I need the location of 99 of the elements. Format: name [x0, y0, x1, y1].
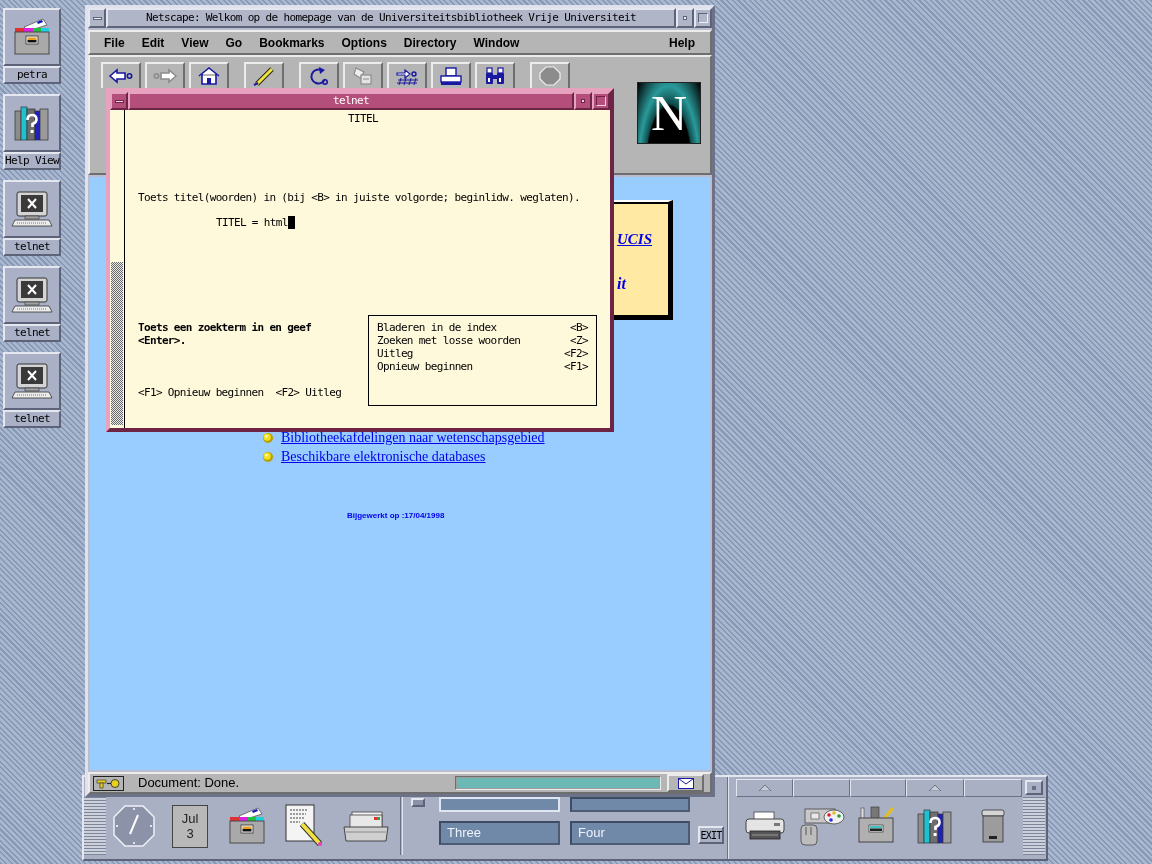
computer-icon	[11, 277, 53, 313]
house-icon	[196, 66, 222, 86]
printer-icon[interactable]	[743, 811, 786, 841]
books-icon	[12, 104, 52, 142]
toolbar-button[interactable]	[244, 62, 284, 88]
option-key: <F2>	[564, 347, 588, 360]
menu-item[interactable]: Window	[471, 33, 522, 52]
menu-item[interactable]: Help	[667, 33, 697, 52]
maximize-button[interactable]	[592, 92, 610, 110]
bullet-icon	[263, 432, 273, 443]
desktop-icon[interactable]	[3, 180, 61, 238]
menu-item[interactable]: File	[102, 33, 127, 52]
panel-small-button[interactable]	[411, 798, 425, 807]
subpanel-tab[interactable]	[850, 779, 906, 797]
trash-can-icon[interactable]	[980, 809, 1006, 843]
panel-minimize-button[interactable]	[1025, 780, 1043, 795]
toolbar-button[interactable]	[101, 62, 141, 88]
window-menu-icon	[92, 16, 102, 20]
scrollbar-thumb[interactable]	[111, 262, 123, 425]
option-key: <Z>	[570, 334, 588, 347]
subpanel-tab[interactable]	[964, 779, 1022, 797]
icon-label: telnet	[3, 410, 61, 428]
menu-item[interactable]: Go	[223, 33, 245, 52]
minimize-button[interactable]	[574, 92, 592, 110]
mail-button[interactable]	[667, 774, 704, 792]
desktop-icon[interactable]	[3, 94, 61, 152]
menu-item[interactable]: View	[179, 33, 211, 52]
icon-label: petra	[3, 66, 61, 84]
computer-icon	[11, 363, 53, 399]
option-key: <B>	[570, 321, 588, 334]
menu-item[interactable]: Options	[339, 33, 389, 52]
computer-icon	[11, 191, 53, 227]
screen-title: TITEL	[348, 112, 378, 125]
banner-text: it	[617, 275, 626, 293]
desktop-icon[interactable]	[3, 8, 61, 66]
key-hint: <F2> Uitleg	[275, 386, 342, 399]
books-icon[interactable]	[915, 807, 955, 845]
option-label: Uitleg	[377, 347, 413, 360]
triangle-up-icon	[929, 785, 941, 791]
subpanel-tab[interactable]	[736, 779, 793, 797]
toolbar-button[interactable]	[387, 62, 427, 88]
toolbar-button[interactable]	[299, 62, 339, 88]
icon-label: telnet	[3, 238, 61, 256]
subpanel-tab[interactable]	[793, 779, 850, 797]
desktop-icon[interactable]	[3, 266, 61, 324]
mail-tray-icon[interactable]	[342, 809, 390, 843]
toolbar-button[interactable]	[189, 62, 229, 88]
page-link[interactable]: Beschikbare elektronische databases	[281, 448, 486, 465]
option-key: <F1>	[564, 360, 588, 373]
palette-keyboard-icon[interactable]	[798, 805, 845, 847]
bullet-icon	[263, 451, 273, 462]
arrow-left-icon	[108, 66, 134, 86]
toolbar-button[interactable]	[475, 62, 515, 88]
panel-handle[interactable]	[1023, 797, 1045, 855]
menu-item[interactable]: Edit	[139, 33, 167, 52]
window-menu-button[interactable]	[110, 92, 128, 110]
menu-item[interactable]: Directory	[401, 33, 459, 52]
clock-icon[interactable]	[113, 805, 155, 847]
minimize-icon	[581, 99, 585, 103]
toolbar-button[interactable]	[431, 62, 471, 88]
option-label: Opnieuw beginnen	[377, 360, 473, 373]
menu-item[interactable]: Bookmarks	[257, 33, 327, 52]
exit-button[interactable]: EXIT	[698, 826, 724, 844]
panel-handle[interactable]	[84, 797, 106, 855]
subpanel-tab[interactable]	[906, 779, 964, 797]
small-square-icon	[1032, 785, 1036, 790]
printer-icon	[438, 66, 464, 86]
option-label: Bladeren in de index	[377, 321, 497, 334]
key-icon[interactable]	[93, 775, 124, 791]
scrollbar[interactable]	[110, 110, 125, 428]
stop-icon	[537, 66, 563, 86]
page-link[interactable]: Bibliotheekafdelingen naar wetenschapsgebied	[281, 429, 545, 446]
envelope-icon	[677, 777, 694, 789]
desktop-icon[interactable]	[3, 352, 61, 410]
prompt-text: Toets titel(woorden) in (bij <B> in juiste volgorde; beginlidw. weglaten).	[138, 191, 580, 204]
window-title: Netscape: Welkom op de homepage van de Universiteitsbibliotheek Vrije Universiteit	[106, 8, 676, 28]
typed-text: html	[263, 216, 288, 229]
updated-text: Bijgewerkt op :17/04/1998	[347, 511, 445, 521]
triangle-up-icon	[758, 785, 771, 791]
cursor-icon	[287, 216, 295, 229]
banner-link[interactable]: UCIS	[616, 230, 652, 248]
key-hint: <F1> Opnieuw beginnen	[138, 386, 264, 399]
window-menu-icon	[114, 99, 124, 103]
arrow-right-icon	[152, 66, 178, 86]
arrow-grid-icon	[394, 66, 420, 86]
notepad-pencil-icon[interactable]	[284, 804, 324, 848]
maximize-icon	[596, 96, 606, 106]
option-label: Zoeken met losse woorden	[377, 334, 521, 347]
maximize-icon	[698, 13, 708, 23]
icon-label: telnet	[3, 324, 61, 342]
logo: N	[637, 82, 701, 144]
icon-label: Help View	[3, 152, 61, 170]
hint-text: Toets een zoekterm in en geef <Enter>.	[138, 321, 313, 347]
window-title: telnet	[128, 92, 574, 110]
input-label: TITEL =	[216, 216, 258, 229]
minimize-icon	[683, 16, 687, 20]
calendar-button[interactable]: Jul 3	[172, 804, 208, 848]
pencil-icon	[251, 66, 277, 86]
status-text: Document: Done.	[138, 774, 240, 793]
